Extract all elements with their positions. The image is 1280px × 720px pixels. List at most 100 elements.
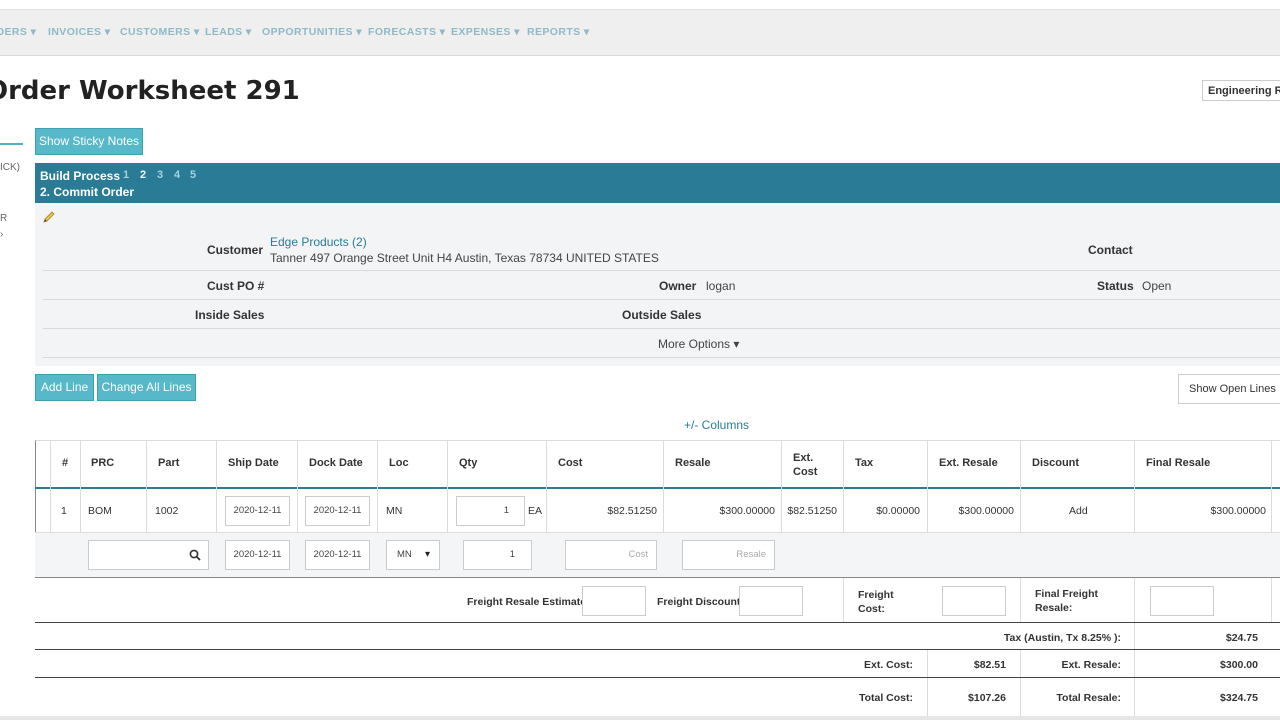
divider	[43, 270, 1280, 271]
col-header-prc[interactable]: PRC	[91, 457, 114, 469]
col-header-ext-resale[interactable]: Ext. Resale	[939, 457, 998, 469]
col-header-num[interactable]: #	[62, 457, 68, 469]
row-ext-resale: $300.00000	[958, 505, 1014, 517]
col-divider	[1271, 578, 1272, 622]
new-resale-input[interactable]: Resale	[682, 540, 775, 570]
cust-po-label: Cust PO #	[207, 279, 265, 293]
total-resale-value: $324.75	[1220, 692, 1258, 704]
ext-cost-value: $82.51	[973, 659, 1006, 671]
tax-label: Tax (Austin, Tx 8.25% ):	[1003, 632, 1121, 644]
nav-customers[interactable]: CUSTOMERS ▾	[120, 26, 199, 38]
build-step-2[interactable]: 2	[140, 169, 146, 181]
col-header-final-resale[interactable]: Final Resale	[1146, 457, 1210, 469]
dock-date-input[interactable]: 2020-12-11	[305, 496, 370, 526]
pencil-edit-icon[interactable]	[42, 210, 56, 224]
col-header-cost[interactable]: Cost	[558, 457, 582, 469]
row-discount-add-link[interactable]: Add	[1069, 505, 1088, 517]
col-header-part[interactable]: Part	[158, 457, 179, 469]
total-resale-label: Total Resale:	[1056, 692, 1121, 704]
freight-discount-input[interactable]	[739, 586, 803, 616]
current-step-label: 2. Commit Order	[40, 185, 135, 199]
engineering-review-button[interactable]: Engineering Re	[1202, 80, 1280, 101]
col-divider	[1020, 440, 1021, 532]
location-select[interactable]: MN ▾	[386, 540, 440, 570]
owner-label: Owner	[659, 279, 697, 293]
ext-resale-label: Ext. Resale:	[1061, 659, 1121, 671]
build-process-bar	[35, 163, 1280, 203]
row-final-resale: $300.00000	[1210, 505, 1266, 517]
col-header-tax[interactable]: Tax	[855, 457, 873, 469]
change-all-lines-button[interactable]: Change All Lines	[97, 374, 196, 401]
nav-reports[interactable]: REPORTS ▾	[527, 26, 590, 38]
table-header-underline	[35, 487, 1280, 489]
build-step-3[interactable]: 3	[157, 169, 163, 181]
row-loc: MN	[386, 505, 403, 517]
status-label: Status	[1097, 279, 1134, 293]
col-header-qty[interactable]: Qty	[459, 457, 477, 469]
bottom-scroll-edge	[0, 716, 1280, 720]
row-tax: $0.00000	[876, 505, 920, 517]
nav-leads[interactable]: LEADS ▾	[205, 26, 252, 38]
columns-toggle-link[interactable]: +/- Columns	[684, 418, 749, 432]
divider	[43, 328, 1280, 329]
col-divider	[1271, 440, 1272, 532]
freight-resale-estimate-input[interactable]	[582, 586, 646, 616]
divider	[43, 299, 1280, 300]
col-divider	[1020, 578, 1021, 622]
row-prc: BOM	[88, 505, 112, 517]
add-line-button[interactable]: Add Line	[35, 374, 94, 401]
nav-forecasts[interactable]: FORECASTS ▾	[368, 26, 445, 38]
col-divider	[50, 440, 51, 532]
show-sticky-notes-button[interactable]: Show Sticky Notes	[35, 128, 143, 155]
new-dock-date-input[interactable]: 2020-12-11	[305, 540, 370, 570]
row-number: 1	[61, 505, 67, 517]
nav-invoices[interactable]: INVOICES ▾	[48, 26, 110, 38]
total-cost-value: $107.26	[968, 692, 1006, 704]
sidebar-fragment[interactable]: R	[0, 213, 7, 224]
top-border	[0, 0, 1280, 10]
new-cost-input[interactable]: Cost	[565, 540, 657, 570]
ext-cost-label: Ext. Cost:	[863, 659, 913, 671]
row-unit: EA	[528, 505, 543, 517]
sidebar-fragment-arrow[interactable]: ›	[0, 229, 3, 240]
col-header-loc[interactable]: Loc	[389, 457, 409, 469]
col-header-ship-date[interactable]: Ship Date	[228, 457, 279, 469]
col-divider	[297, 440, 298, 532]
row-cost: $82.51250	[607, 505, 657, 517]
sidebar-active-indicator	[0, 143, 23, 145]
customer-name-link[interactable]: Edge Products (2)	[270, 235, 367, 249]
col-divider	[377, 440, 378, 532]
location-select-value: MN	[397, 549, 412, 560]
qty-input[interactable]: 1	[456, 496, 525, 526]
sidebar-fragment[interactable]: ICK)	[0, 162, 20, 173]
freight-cost-input[interactable]	[942, 586, 1006, 616]
col-header-discount[interactable]: Discount	[1032, 457, 1079, 469]
freight-resale-estimate-label: Freight Resale Estimate:	[467, 596, 590, 608]
col-divider	[663, 440, 664, 532]
new-qty-input[interactable]: 1	[463, 540, 532, 570]
col-divider	[146, 440, 147, 532]
outside-sales-label: Outside Sales	[622, 308, 702, 322]
col-header-dock-date[interactable]: Dock Date	[309, 457, 363, 469]
row-resale: $300.00000	[719, 505, 775, 517]
build-step-5[interactable]: 5	[190, 169, 196, 181]
nav-orders[interactable]: ORDERS ▾	[0, 26, 36, 38]
build-step-1[interactable]: 1	[123, 169, 129, 181]
nav-expenses[interactable]: EXPENSES ▾	[451, 26, 520, 38]
col-header-ext-cost[interactable]: Ext. Cost	[793, 451, 833, 479]
show-open-lines-button[interactable]: Show Open Lines	[1178, 374, 1280, 404]
owner-value: logan	[706, 279, 736, 293]
row-part-link[interactable]: 1002	[155, 505, 178, 517]
search-icon[interactable]	[189, 548, 201, 561]
new-ship-date-input[interactable]: 2020-12-11	[225, 540, 290, 570]
col-divider	[843, 578, 844, 622]
new-line-row	[35, 532, 1280, 578]
final-freight-resale-input[interactable]	[1150, 586, 1214, 616]
build-step-4[interactable]: 4	[174, 169, 180, 181]
nav-opportunities[interactable]: OPPORTUNITIES ▾	[262, 26, 362, 38]
tax-value: $24.75	[1225, 632, 1258, 644]
ship-date-input[interactable]: 2020-12-11	[225, 496, 290, 526]
more-options-toggle[interactable]: More Options ▾	[658, 337, 739, 351]
final-freight-resale-label: Final Freight Resale:	[1035, 588, 1098, 614]
col-header-resale[interactable]: Resale	[675, 457, 710, 469]
